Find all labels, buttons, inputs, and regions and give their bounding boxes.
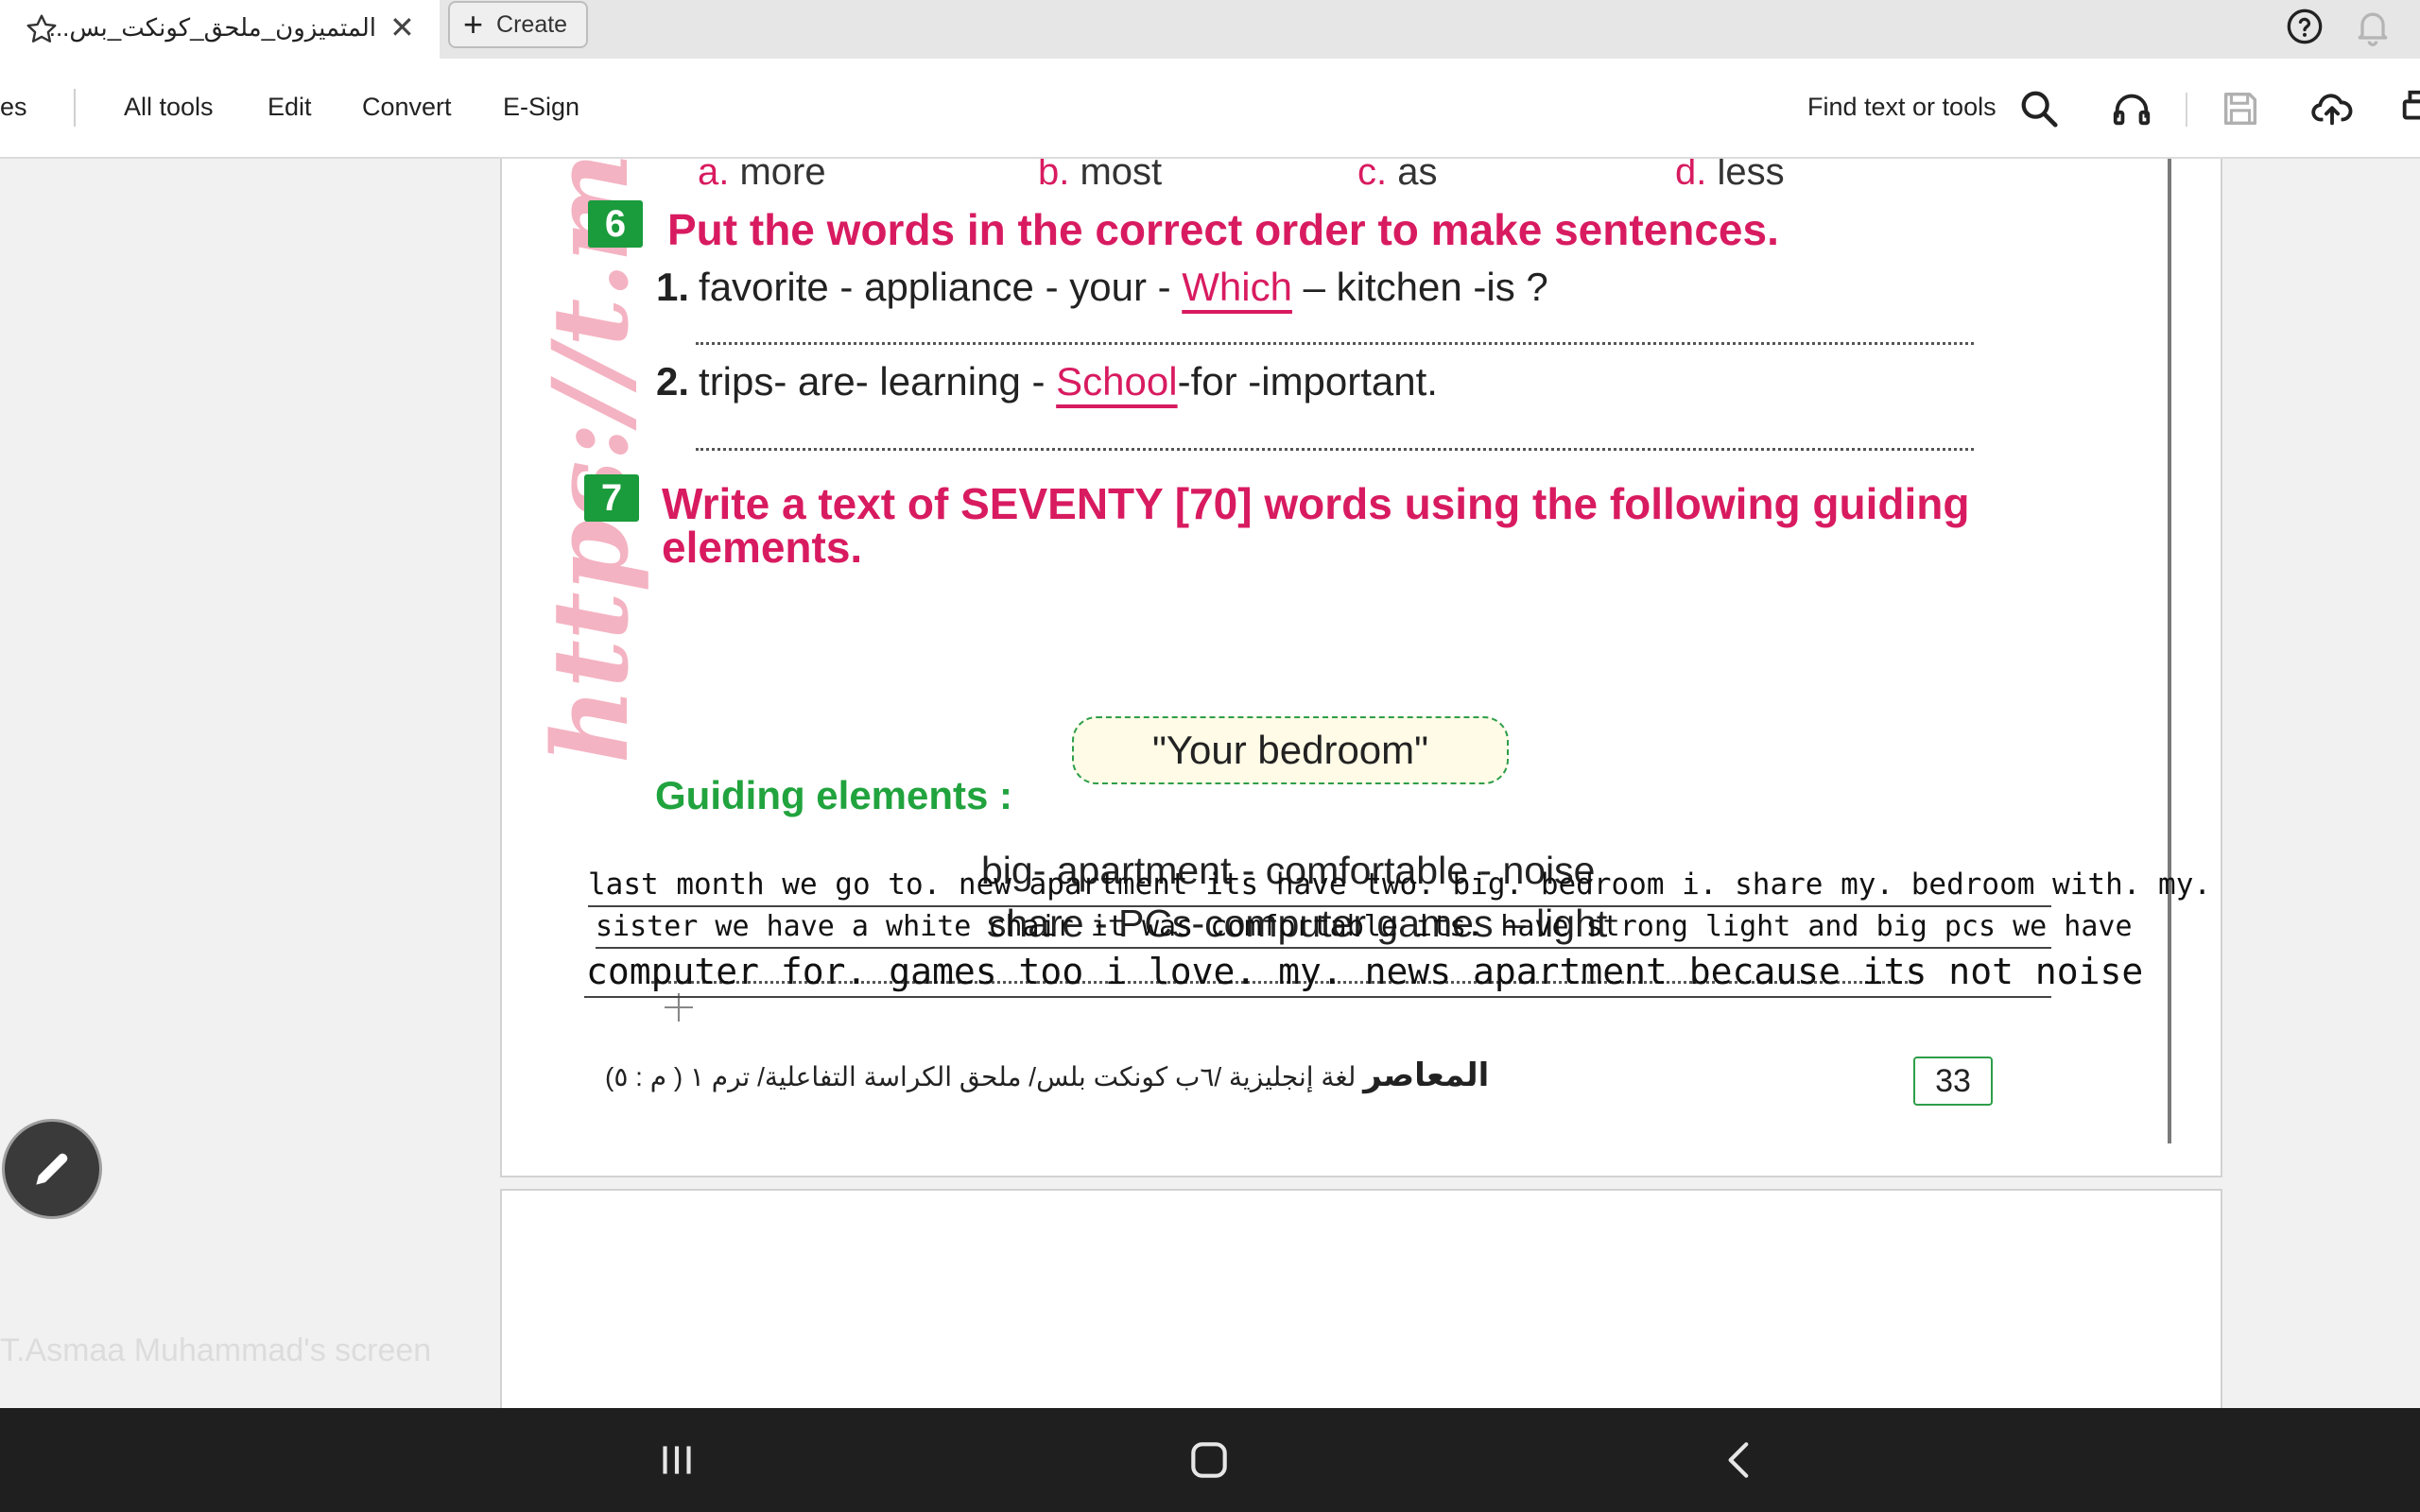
- page-footer: المعاصر لغة إنجليزية /٦ب كونكت بلس/ ملحق…: [605, 1057, 1489, 1094]
- handwriting-rule: [584, 996, 2051, 998]
- tab-title: المتميزون_ملحق_كونكت_بس...: [48, 13, 376, 42]
- choice-word: as: [1397, 159, 1438, 193]
- question-7-heading-line1: Write a text of SEVENTY [70] words using…: [662, 479, 1970, 528]
- choice-word: most: [1080, 159, 1163, 193]
- document-tab[interactable]: المتميزون_ملحق_كونكت_بس... ✕: [0, 0, 440, 59]
- plus-icon: +: [463, 5, 484, 43]
- item-underlined-word: Which: [1182, 265, 1292, 309]
- print-icon[interactable]: [2397, 87, 2420, 130]
- item-number: 1.: [656, 265, 690, 309]
- watermark-url: https://t.me/C: [529, 159, 651, 764]
- create-label: Create: [496, 10, 568, 38]
- question-7-heading-line2: elements.: [662, 523, 863, 572]
- toolbar-truncated-item[interactable]: es: [0, 93, 27, 122]
- system-navigation-bar: [0, 1408, 2420, 1512]
- tab-bar: المتميزون_ملحق_كونكت_بس... ✕ + Create: [0, 0, 2420, 59]
- recent-apps-icon[interactable]: [653, 1436, 700, 1484]
- main-toolbar: es All tools Edit Convert E-Sign Find te…: [0, 59, 2420, 159]
- writing-topic-box: "Your bedroom": [1072, 716, 1509, 784]
- footer-brand: المعاصر: [1363, 1057, 1490, 1093]
- choice-letter: d.: [1675, 159, 1707, 193]
- menu-e-sign[interactable]: E-Sign: [503, 93, 579, 122]
- item-text-pre: trips- are- learning -: [699, 359, 1057, 404]
- document-page-next: [500, 1189, 2222, 1408]
- screen-share-label: T.Asmaa Muhammad's screen: [0, 1332, 432, 1368]
- choice-word: more: [739, 159, 826, 193]
- toolbar-divider: [74, 89, 76, 127]
- handwritten-line-1: last month we go to. new apartment its h…: [588, 868, 2212, 902]
- choice-b: b. most: [1038, 159, 1162, 194]
- item-text-post: -for -important.: [1177, 359, 1438, 404]
- q6-item-1: 1. favorite - appliance - your - Which – …: [656, 265, 1548, 310]
- search-icon[interactable]: [2017, 87, 2061, 130]
- pen-icon: [36, 1153, 68, 1185]
- handwritten-line-2: sister we have a white chair it was comf…: [596, 910, 2133, 943]
- choice-word: less: [1717, 159, 1785, 193]
- toolbar-divider: [2186, 93, 2187, 127]
- q6-item-2: 2. trips- are- learning - School-for -imp…: [656, 359, 1438, 404]
- document-viewport[interactable]: https://t.me/C a. more b. most c. as d. …: [0, 159, 2420, 1408]
- item-number: 2.: [656, 359, 690, 404]
- choice-letter: c.: [1357, 159, 1388, 193]
- page-number: 33: [1913, 1057, 1993, 1106]
- choice-a: a. more: [698, 159, 826, 194]
- answer-line-2: [696, 448, 1974, 451]
- question-6-heading: Put the words in the correct order to ma…: [667, 205, 1779, 254]
- edit-pen-button[interactable]: [2, 1119, 102, 1219]
- handwriting-rule: [588, 905, 2051, 907]
- choice-c: c. as: [1357, 159, 1438, 194]
- read-aloud-headphones-icon[interactable]: [2110, 87, 2153, 130]
- footer-text: لغة إنجليزية /٦ب كونكت بلس/ ملحق الكراسة…: [605, 1062, 1357, 1091]
- page-border-line: [2168, 159, 2171, 1143]
- guiding-elements-label: Guiding elements :: [655, 773, 1013, 817]
- menu-all-tools[interactable]: All tools: [124, 93, 214, 122]
- item-text-pre: favorite - appliance - your -: [699, 265, 1183, 309]
- help-icon[interactable]: [2286, 8, 2324, 45]
- create-button[interactable]: + Create: [448, 1, 588, 48]
- item-text-post: – kitchen -is ?: [1291, 265, 1548, 309]
- cloud-upload-icon[interactable]: [2310, 87, 2354, 130]
- save-icon[interactable]: [2219, 87, 2262, 130]
- handwriting-rule: [596, 947, 2051, 949]
- menu-convert[interactable]: Convert: [362, 93, 452, 122]
- question-7-badge: 7: [584, 474, 639, 522]
- close-tab-icon[interactable]: ✕: [389, 9, 415, 45]
- handwritten-line-3: computer for. games too i love. my. news…: [586, 951, 2144, 992]
- question-6-badge: 6: [588, 200, 643, 248]
- document-page-33: [500, 159, 2222, 1177]
- choice-letter: b.: [1038, 159, 1070, 193]
- home-icon[interactable]: [1185, 1436, 1233, 1484]
- menu-edit[interactable]: Edit: [268, 93, 312, 122]
- answer-line-1: [696, 342, 1974, 345]
- item-underlined-word: School: [1056, 359, 1178, 404]
- back-icon[interactable]: [1716, 1436, 1763, 1484]
- choice-letter: a.: [698, 159, 730, 193]
- bell-icon[interactable]: [2352, 6, 2394, 47]
- find-text-or-tools[interactable]: Find text or tools: [1807, 93, 1996, 122]
- choice-d: d. less: [1675, 159, 1785, 194]
